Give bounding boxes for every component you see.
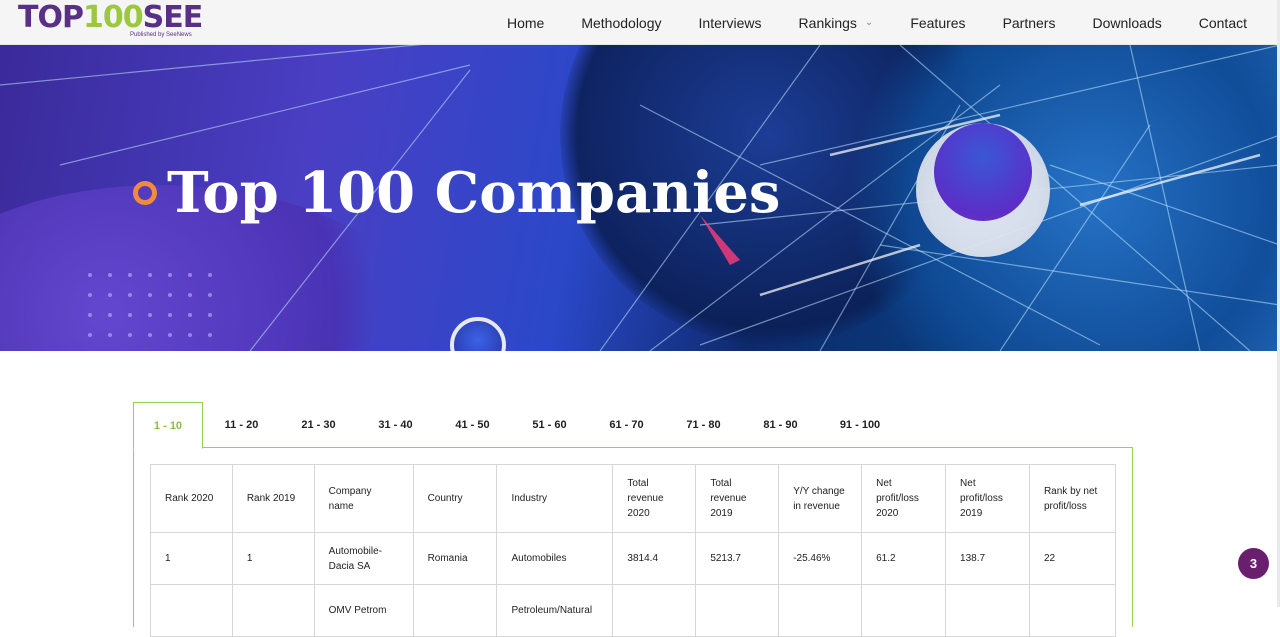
- table-row: 1 1 Automobile-Dacia SA Romania Automobi…: [150, 532, 1117, 585]
- table-cell: [231, 584, 315, 637]
- tab-21-30[interactable]: 21 - 30: [280, 402, 357, 448]
- table-cell: 61.2: [861, 532, 947, 585]
- rankings-table: Rank 2020 Rank 2019 Company name Country…: [150, 464, 1117, 637]
- table-cell: [861, 584, 947, 637]
- table-cell: [778, 584, 863, 637]
- column-header[interactable]: Industry: [496, 464, 614, 533]
- table-cell: 1: [231, 532, 315, 585]
- nav-partners[interactable]: Partners: [1003, 15, 1056, 31]
- column-header[interactable]: Net profit/loss 2019: [945, 464, 1030, 533]
- table-row: OMV Petrom Petroleum/Natural: [150, 584, 1117, 637]
- nav-features[interactable]: Features: [910, 15, 965, 31]
- table-cell: [150, 584, 233, 637]
- column-header[interactable]: Rank 2019: [231, 464, 315, 533]
- column-header[interactable]: Country: [412, 464, 498, 533]
- table-cell: 138.7: [945, 532, 1030, 585]
- column-header[interactable]: Rank 2020: [150, 464, 233, 533]
- column-header[interactable]: Total revenue 2020: [612, 464, 697, 533]
- hero-decor-sphere: [934, 123, 1032, 221]
- nav-interviews[interactable]: Interviews: [699, 15, 762, 31]
- chevron-down-icon: ⌄: [864, 17, 874, 28]
- tab-61-70[interactable]: 61 - 70: [588, 402, 665, 448]
- table-cell: OMV Petrom: [313, 584, 414, 637]
- tab-41-50[interactable]: 41 - 50: [434, 402, 511, 448]
- table-cell: [612, 584, 697, 637]
- table-cell: [412, 584, 498, 637]
- tab-91-100[interactable]: 91 - 100: [819, 402, 901, 448]
- hero-heading: Top 100 Companies: [133, 158, 780, 228]
- tab-81-90[interactable]: 81 - 90: [742, 402, 819, 448]
- tab-11-20[interactable]: 11 - 20: [203, 402, 280, 448]
- tab-1-10[interactable]: 1 - 10: [133, 402, 203, 449]
- nav-downloads[interactable]: Downloads: [1092, 15, 1161, 31]
- site-header: TOP100SEE Published by SeeNews Home Meth…: [0, 0, 1280, 45]
- logo-wordmark: TOP100SEE: [18, 0, 203, 35]
- nav-home[interactable]: Home: [507, 15, 544, 31]
- nav-contact[interactable]: Contact: [1199, 15, 1247, 31]
- table-cell: Automobiles: [496, 532, 614, 585]
- table-cell: Petroleum/Natural: [496, 584, 614, 637]
- table-cell: 22: [1028, 532, 1117, 585]
- table-header-row: Rank 2020 Rank 2019 Company name Country…: [150, 464, 1117, 533]
- table-cell: 5213.7: [695, 532, 780, 585]
- tab-51-60[interactable]: 51 - 60: [511, 402, 588, 448]
- table-cell: [945, 584, 1030, 637]
- table-cell: [695, 584, 780, 637]
- main-nav: Home Methodology Interviews Rankings ⌄ Fe…: [470, 0, 1247, 45]
- table-cell: [1028, 584, 1117, 637]
- table-cell: 3814.4: [612, 532, 697, 585]
- ranking-range-tabs: 1 - 10 11 - 20 21 - 30 31 - 40 41 - 50 5…: [133, 402, 901, 449]
- column-header[interactable]: Rank by net profit/loss: [1028, 464, 1117, 533]
- site-logo[interactable]: TOP100SEE Published by SeeNews: [18, 0, 203, 42]
- nav-methodology[interactable]: Methodology: [581, 15, 661, 31]
- table-cell: 1: [150, 532, 233, 585]
- column-header[interactable]: Y/Y change in revenue: [778, 464, 863, 533]
- table-cell: Romania: [412, 532, 498, 585]
- circle-bullet-icon: [133, 181, 157, 205]
- table-cell: -25.46%: [778, 532, 863, 585]
- tab-31-40[interactable]: 31 - 40: [357, 402, 434, 448]
- nav-rankings[interactable]: Rankings ⌄: [799, 15, 874, 31]
- table-cell: Automobile-Dacia SA: [313, 532, 414, 585]
- column-header[interactable]: Total revenue 2019: [695, 464, 780, 533]
- hero-banner: Top 100 Companies: [0, 45, 1280, 351]
- logo-subtitle: Published by SeeNews: [130, 32, 192, 38]
- page-title: Top 100 Companies: [167, 160, 781, 226]
- column-header[interactable]: Company name: [313, 464, 414, 533]
- notification-badge-button[interactable]: 3: [1238, 548, 1269, 579]
- column-header[interactable]: Net profit/loss 2020: [861, 464, 947, 533]
- tab-71-80[interactable]: 71 - 80: [665, 402, 742, 448]
